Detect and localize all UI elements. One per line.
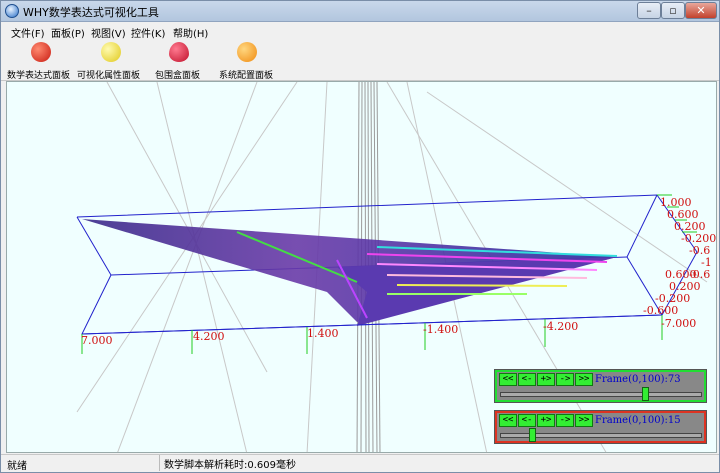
- frame-panel-red: << <- +> -> >> Frame(0,100):15: [494, 410, 707, 444]
- frame-slider-thumb[interactable]: [642, 387, 650, 401]
- lemon-icon: [101, 42, 121, 62]
- menu-view[interactable]: 视图(V): [91, 25, 126, 40]
- frame-panel-green: << <- +> -> >> Frame(0,100):73: [494, 369, 707, 403]
- close-button[interactable]: ✕: [685, 2, 717, 19]
- toolbar: 数学表达式面板 可视化属性面板 包围盒面板 系统配置面板: [1, 39, 719, 81]
- app-window: WHY数学表达式可视化工具 – ▫ ✕ 文件(F) 面板(P) 视图(V) 控件…: [0, 0, 720, 473]
- x-tick-label: -1.400: [423, 323, 458, 336]
- tool-label: 包围盒面板: [155, 71, 201, 81]
- tomato-icon: [31, 42, 51, 62]
- first-frame-button[interactable]: <<: [499, 414, 517, 427]
- x-tick-label: 7.000: [81, 334, 113, 347]
- last-frame-button[interactable]: >>: [575, 373, 593, 386]
- title-bar[interactable]: WHY数学表达式可视化工具 – ▫ ✕: [1, 1, 719, 22]
- menu-panel[interactable]: 面板(P): [51, 25, 85, 40]
- frame-readout: Frame(0,100):15: [595, 415, 681, 426]
- math-surface: [82, 219, 618, 326]
- frame-readout: Frame(0,100):73: [595, 374, 681, 385]
- menu-file[interactable]: 文件(F): [11, 25, 45, 40]
- prev-frame-button[interactable]: <-: [518, 373, 536, 386]
- minimize-button[interactable]: –: [637, 2, 661, 19]
- last-frame-button[interactable]: >>: [575, 414, 593, 427]
- play-button[interactable]: +>: [537, 373, 555, 386]
- first-frame-button[interactable]: <<: [499, 373, 517, 386]
- tool-visual-properties-panel[interactable]: 可视化属性面板: [77, 41, 145, 81]
- status-bar: 就绪 数学脚本解析耗时:0.609毫秒: [1, 454, 719, 472]
- tool-label: 系统配置面板: [219, 71, 274, 81]
- frame-slider-thumb[interactable]: [529, 428, 537, 442]
- strawberry-icon: [169, 42, 189, 62]
- frame-panel-body: << <- +> -> >> Frame(0,100):73: [497, 372, 704, 401]
- tool-label: 可视化属性面板: [77, 71, 141, 81]
- status-parse-time: 数学脚本解析耗时:0.609毫秒: [159, 455, 300, 471]
- orange-icon: [237, 42, 257, 62]
- frame-slider-track[interactable]: [500, 392, 702, 397]
- window-title: WHY数学表达式可视化工具: [23, 6, 159, 19]
- z-tick-label: -0.600: [643, 304, 678, 317]
- x-tick-label: -7.000: [661, 317, 696, 330]
- tool-expression-panel[interactable]: 数学表达式面板: [7, 41, 75, 81]
- x-tick-label: 4.200: [193, 330, 225, 343]
- next-frame-button[interactable]: ->: [556, 373, 574, 386]
- tool-system-config-panel[interactable]: 系统配置面板: [219, 41, 277, 81]
- x-tick-label: -4.200: [543, 320, 578, 333]
- maximize-button[interactable]: ▫: [661, 2, 685, 19]
- tool-label: 数学表达式面板: [7, 71, 71, 81]
- menu-help[interactable]: 帮助(H): [173, 25, 208, 40]
- frame-panel-body: << <- +> -> >> Frame(0,100):15: [497, 413, 704, 442]
- tool-bounding-box-panel[interactable]: 包围盒面板: [155, 41, 205, 81]
- app-icon: [5, 4, 19, 18]
- next-frame-button[interactable]: ->: [556, 414, 574, 427]
- x-tick-label: 1.400: [307, 327, 339, 340]
- menu-bar: 文件(F) 面板(P) 视图(V) 控件(K) 帮助(H): [1, 23, 719, 40]
- play-button[interactable]: +>: [537, 414, 555, 427]
- status-ready: 就绪: [7, 461, 27, 472]
- prev-frame-button[interactable]: <-: [518, 414, 536, 427]
- menu-controls[interactable]: 控件(K): [131, 25, 165, 40]
